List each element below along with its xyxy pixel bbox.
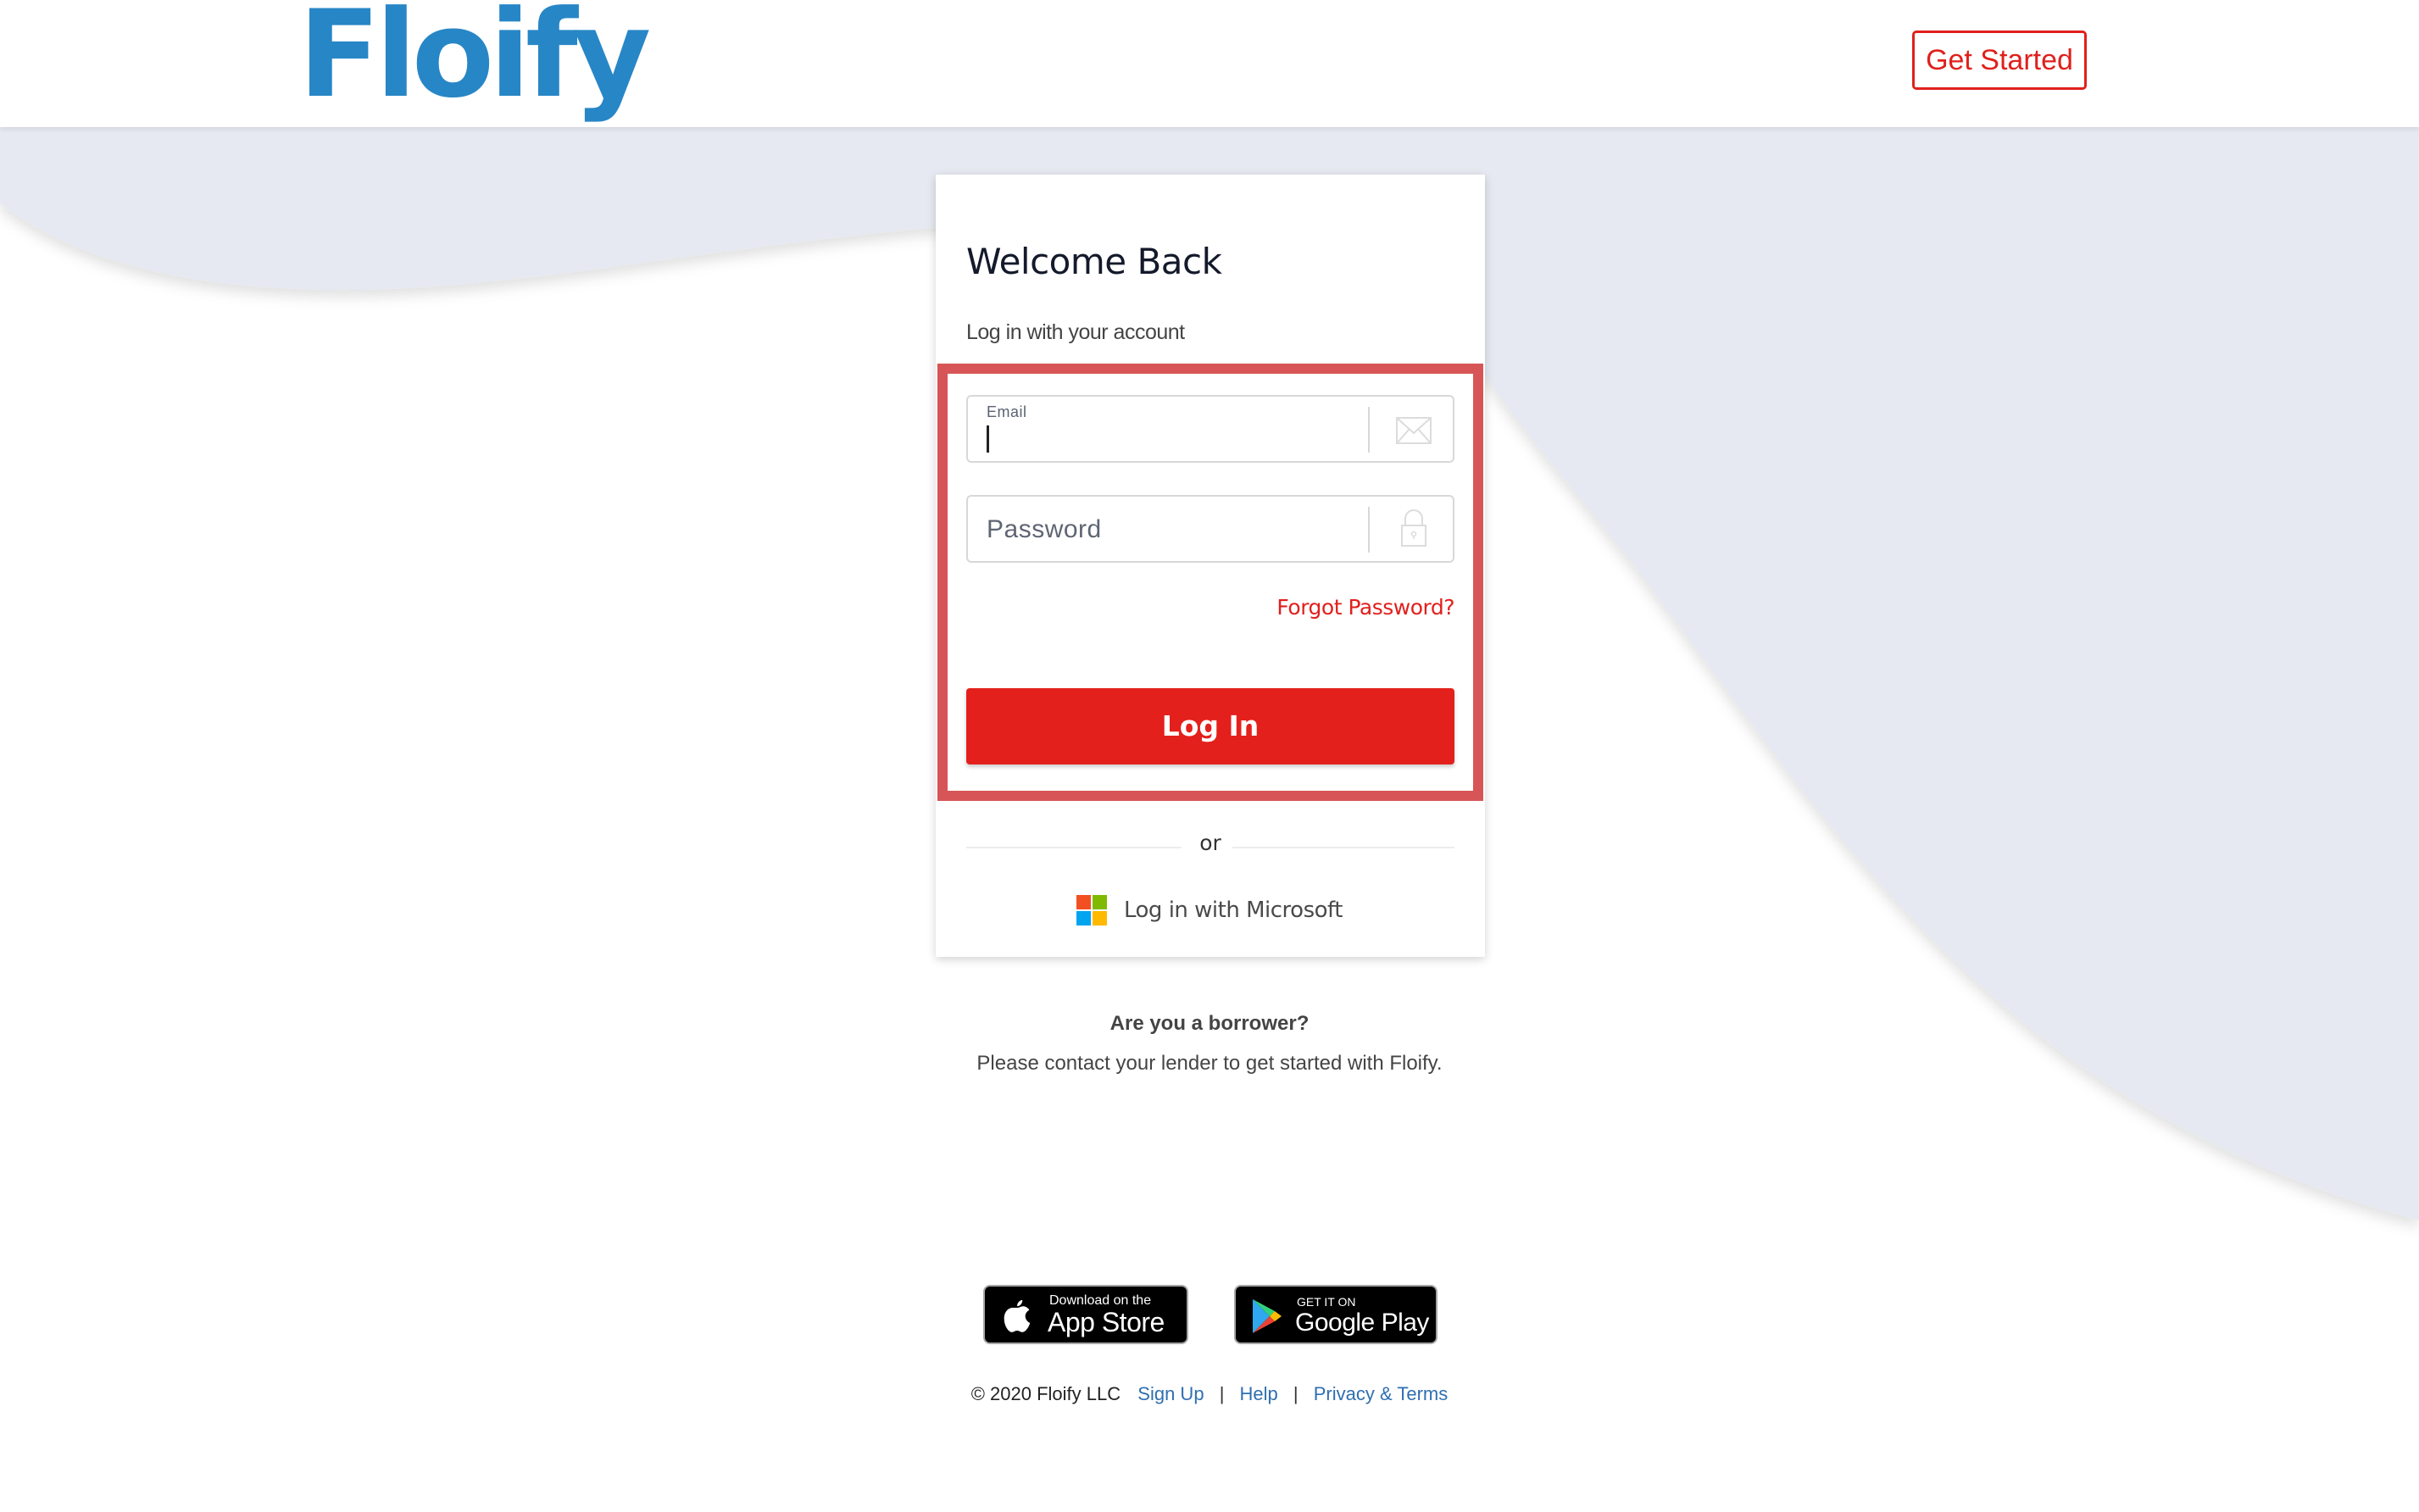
footer-separator: | bbox=[1293, 1383, 1298, 1404]
top-header: Floify Get Started bbox=[0, 0, 2419, 127]
copyright-text: © 2020 Floify LLC bbox=[970, 1383, 1121, 1404]
login-card: Welcome Back Log in with your account Em… bbox=[936, 175, 1485, 957]
envelope-icon bbox=[1396, 417, 1432, 444]
text-cursor bbox=[987, 425, 989, 453]
or-divider: or bbox=[966, 831, 1454, 864]
footer: © 2020 Floify LLC Sign Up | Help | Priva… bbox=[0, 1383, 2419, 1405]
app-store-big-text: App Store bbox=[1048, 1307, 1165, 1337]
footer-link-privacy-terms[interactable]: Privacy & Terms bbox=[1314, 1383, 1449, 1404]
footer-link-sign-up[interactable]: Sign Up bbox=[1137, 1383, 1204, 1404]
microsoft-login-button[interactable]: Log in with Microsoft bbox=[1076, 893, 1343, 927]
field-divider bbox=[1368, 407, 1370, 453]
divider-line-right bbox=[1232, 847, 1454, 848]
google-play-big-text: Google Play bbox=[1295, 1309, 1429, 1337]
password-placeholder: Password bbox=[987, 515, 1102, 543]
borrower-heading: Are you a borrower? bbox=[1109, 1012, 1310, 1035]
field-divider bbox=[1368, 507, 1370, 553]
footer-separator: | bbox=[1219, 1383, 1225, 1404]
microsoft-logo-icon bbox=[1076, 895, 1107, 926]
floify-logo[interactable]: Floify bbox=[298, 0, 651, 115]
login-button[interactable]: Log In bbox=[966, 688, 1454, 764]
email-label: Email bbox=[987, 403, 1027, 420]
borrower-text: Please contact your lender to get starte… bbox=[976, 1052, 1443, 1075]
email-field[interactable]: Email bbox=[966, 395, 1454, 463]
app-store-badge[interactable]: Download on the App Store bbox=[983, 1285, 1188, 1344]
microsoft-login-label: Log in with Microsoft bbox=[1124, 898, 1343, 923]
footer-link-help[interactable]: Help bbox=[1240, 1383, 1278, 1404]
apple-icon bbox=[1004, 1300, 1031, 1332]
google-play-small-text: GET IT ON bbox=[1297, 1295, 1356, 1309]
get-started-button[interactable]: Get Started bbox=[1912, 31, 2087, 90]
google-play-badge[interactable]: GET IT ON Google Play bbox=[1234, 1285, 1437, 1344]
password-field[interactable]: Password bbox=[966, 495, 1454, 563]
lock-icon bbox=[1401, 509, 1426, 547]
google-play-icon bbox=[1253, 1299, 1282, 1333]
forgot-password-link[interactable]: Forgot Password? bbox=[1276, 595, 1454, 620]
login-subtitle: Log in with your account bbox=[966, 320, 1185, 344]
or-text: or bbox=[1199, 831, 1221, 855]
page-title: Welcome Back bbox=[966, 241, 1222, 282]
